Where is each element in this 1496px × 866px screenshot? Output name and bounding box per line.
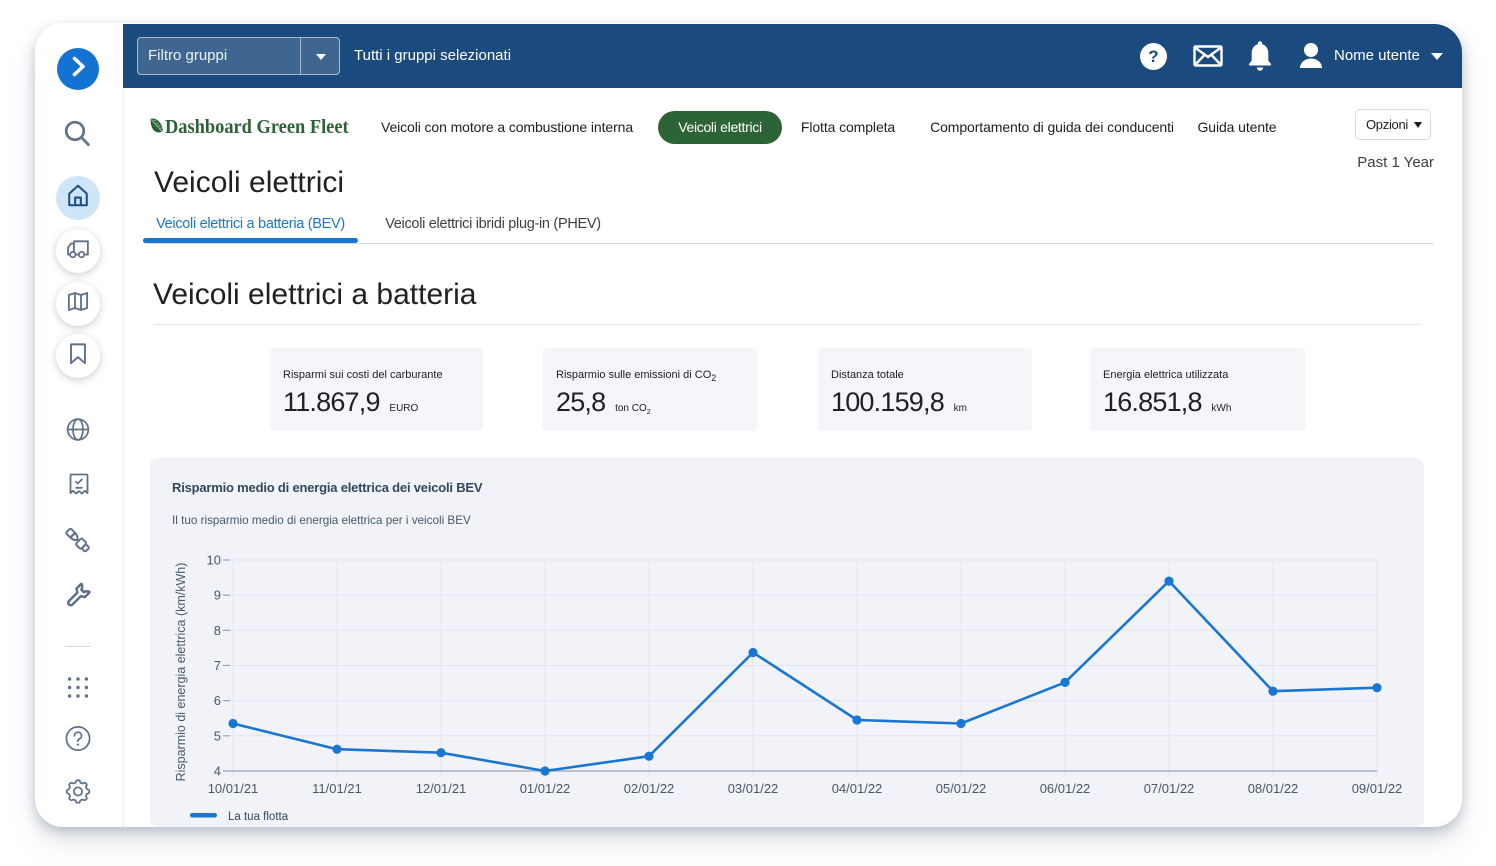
svg-text:6: 6 <box>214 693 221 708</box>
svg-text:01/01/22: 01/01/22 <box>520 781 571 796</box>
svg-text:06/01/22: 06/01/22 <box>1040 781 1091 796</box>
svg-text:05/01/22: 05/01/22 <box>936 781 987 796</box>
svg-text:10: 10 <box>207 553 221 568</box>
svg-text:07/01/22: 07/01/22 <box>1144 781 1195 796</box>
svg-text:08/01/22: 08/01/22 <box>1248 781 1299 796</box>
svg-text:7: 7 <box>214 658 221 673</box>
svg-text:03/01/22: 03/01/22 <box>728 781 779 796</box>
svg-text:09/01/22: 09/01/22 <box>1352 781 1403 796</box>
svg-text:4: 4 <box>214 764 221 779</box>
svg-text:12/01/21: 12/01/21 <box>416 781 467 796</box>
svg-text:10/01/21: 10/01/21 <box>208 781 259 796</box>
svg-text:9: 9 <box>214 588 221 603</box>
svg-text:La tua flotta: La tua flotta <box>228 811 289 823</box>
svg-text:8: 8 <box>214 623 221 638</box>
svg-text:11/01/21: 11/01/21 <box>312 781 362 796</box>
svg-text:Risparmio di energia elettrica: Risparmio di energia elettrica (km/kWh) <box>174 563 188 782</box>
svg-text:04/01/22: 04/01/22 <box>832 781 883 796</box>
svg-text:5: 5 <box>214 728 221 743</box>
svg-text:02/01/22: 02/01/22 <box>624 781 675 796</box>
